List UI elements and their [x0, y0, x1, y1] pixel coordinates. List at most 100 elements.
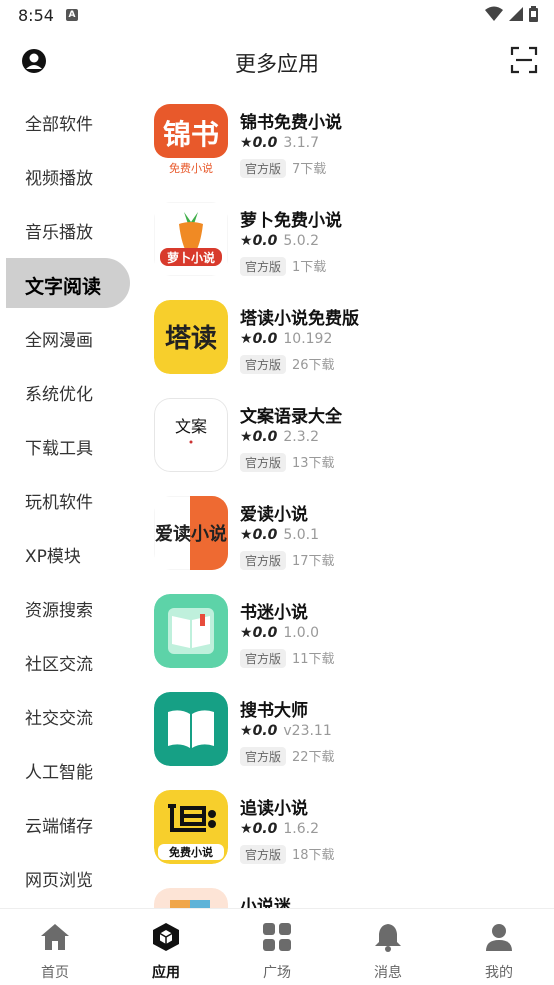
- app-version: v23.11: [283, 723, 332, 739]
- app-name: 小说迷: [240, 897, 291, 908]
- scan-icon[interactable]: [510, 46, 538, 74]
- app-downloads: 7下载: [292, 162, 327, 177]
- app-name: 爱读小说: [240, 505, 308, 525]
- tab-apps[interactable]: 应用: [111, 909, 221, 985]
- app-meta: ★0.0 5.0.1: [240, 527, 319, 543]
- wenan-icon[interactable]: 文案: [154, 398, 228, 472]
- tab-label: 广场: [263, 965, 291, 981]
- list-item[interactable]: 萝卜小说 萝卜免费小说 ★0.0 5.0.2 官方版 1下载: [150, 194, 550, 292]
- app-downloads: 17下载: [292, 554, 335, 569]
- aidu-icon-text: 爱读小说: [155, 523, 227, 545]
- app-downloads: 18下载: [292, 848, 335, 863]
- book-green-icon[interactable]: [154, 594, 228, 668]
- sidebar-item-community[interactable]: 社区交流: [0, 636, 140, 686]
- app-rating: 0.0: [252, 723, 278, 739]
- official-badge: 官方版: [240, 649, 287, 668]
- sidebar-item-tinkering[interactable]: 玩机软件: [0, 474, 140, 524]
- tab-me[interactable]: 我的: [444, 909, 554, 985]
- list-item[interactable]: 塔读 塔读小说免费版 ★0.0 10.192 官方版 26下载: [150, 292, 550, 390]
- star-icon: ★: [240, 233, 253, 249]
- bell-icon: [375, 924, 401, 952]
- app-info-row: 官方版 1下载: [240, 256, 326, 276]
- sidebar-item-social[interactable]: 社交交流: [0, 690, 140, 740]
- category-sidebar: 全部软件 视频播放 音乐播放 文字阅读 全网漫画 系统优化 下载工具 玩机软件 …: [0, 94, 140, 908]
- list-item[interactable]: 小说迷: [150, 880, 550, 908]
- app-info-row: 官方版 11下载: [240, 648, 335, 668]
- official-badge: 官方版: [240, 845, 287, 864]
- sidebar-item-label: 文字阅读: [25, 276, 102, 298]
- app-version: 1.6.2: [283, 821, 319, 837]
- jinshu-icon[interactable]: 锦书 免费小说: [154, 104, 228, 178]
- list-item[interactable]: 免费小说 追读小说 ★0.0 1.6.2 官方版 18下载: [150, 782, 550, 880]
- sidebar-item-label: 社区交流: [25, 655, 93, 675]
- sidebar-item-label: 社交交流: [25, 709, 93, 729]
- app-rating: 0.0: [252, 429, 278, 445]
- official-badge: 官方版: [240, 747, 287, 766]
- list-item[interactable]: 文案 文案语录大全 ★0.0 2.3.2 官方版 13下载: [150, 390, 550, 488]
- sidebar-item-video[interactable]: 视频播放: [0, 150, 140, 200]
- app-meta: ★0.0 5.0.2: [240, 233, 319, 249]
- status-time: 8:54: [18, 6, 54, 25]
- sidebar-item-label: 云端储存: [25, 817, 93, 837]
- signal-icon: [509, 7, 523, 21]
- bottom-tab-bar: 首页 应用 广场 消息 我的: [0, 908, 554, 985]
- sidebar-item-browser[interactable]: 网页浏览: [0, 852, 140, 902]
- app-rating: 0.0: [252, 233, 278, 249]
- sidebar-item-music[interactable]: 音乐播放: [0, 204, 140, 254]
- app-version: 10.192: [283, 331, 333, 347]
- app-rating: 0.0: [252, 625, 278, 641]
- tadu-icon[interactable]: 塔读: [154, 300, 228, 374]
- system-icons: [485, 6, 538, 22]
- list-item[interactable]: 锦书 免费小说 锦书免费小说 ★0.0 3.1.7 官方版 7下载: [150, 96, 550, 194]
- sidebar-item-download-tools[interactable]: 下载工具: [0, 420, 140, 470]
- list-item[interactable]: 爱读小说 爱读小说 ★0.0 5.0.1 官方版 17下载: [150, 488, 550, 586]
- official-badge: 官方版: [240, 159, 287, 178]
- app-meta: ★0.0 1.6.2: [240, 821, 319, 837]
- app-name: 追读小说: [240, 799, 308, 819]
- app-downloads: 1下载: [292, 260, 327, 275]
- sidebar-item-ai[interactable]: 人工智能: [0, 744, 140, 794]
- zhuidu-icon-sub: 免费小说: [169, 845, 213, 859]
- sidebar-item-resource-search[interactable]: 资源搜索: [0, 582, 140, 632]
- sidebar-item-label: 系统优化: [25, 385, 93, 405]
- app-rating: 0.0: [252, 331, 278, 347]
- tab-home[interactable]: 首页: [0, 909, 110, 985]
- sidebar-item-label: 音乐播放: [25, 223, 93, 243]
- carrot-icon-text: 萝卜小说: [167, 250, 215, 265]
- list-item[interactable]: 书迷小说 ★0.0 1.0.0 官方版 11下载: [150, 586, 550, 684]
- aidu-icon[interactable]: 爱读小说: [154, 496, 228, 570]
- app-meta: ★0.0 v23.11: [240, 723, 332, 739]
- list-item[interactable]: 搜书大师 ★0.0 v23.11 官方版 22下载: [150, 684, 550, 782]
- app-name: 文案语录大全: [240, 407, 342, 427]
- sidebar-item-xp-modules[interactable]: XP模块: [0, 528, 140, 578]
- app-name: 塔读小说免费版: [240, 309, 359, 329]
- app-info-row: 官方版 17下载: [240, 550, 335, 570]
- person-icon: [486, 924, 512, 951]
- zhuidu-icon[interactable]: 免费小说: [154, 790, 228, 864]
- sidebar-item-label: 视频播放: [25, 169, 93, 189]
- book-teal-icon[interactable]: [154, 692, 228, 766]
- tab-messages[interactable]: 消息: [333, 909, 443, 985]
- sidebar-item-reading[interactable]: 文字阅读: [6, 258, 130, 308]
- sidebar-item-cloud-storage[interactable]: 云端储存: [0, 798, 140, 848]
- app-info-row: 官方版 22下载: [240, 746, 335, 766]
- xiaoshuomi-icon[interactable]: [154, 888, 228, 908]
- sidebar-item-comics[interactable]: 全网漫画: [0, 312, 140, 362]
- tab-label: 首页: [41, 965, 69, 981]
- app-meta: ★0.0 3.1.7: [240, 135, 319, 151]
- app-info-row: 官方版 13下载: [240, 452, 335, 472]
- app-downloads: 26下载: [292, 358, 335, 373]
- wenan-icon-text: 文案: [175, 417, 207, 436]
- app-version: 3.1.7: [283, 135, 319, 151]
- carrot-icon[interactable]: 萝卜小说: [154, 202, 228, 276]
- apps-cube-icon: [153, 923, 179, 951]
- tab-square[interactable]: 广场: [222, 909, 332, 985]
- official-badge: 官方版: [240, 551, 287, 570]
- sidebar-item-system-optimize[interactable]: 系统优化: [0, 366, 140, 416]
- jinshu-icon-sub: 免费小说: [169, 161, 213, 175]
- sidebar-item-label: 全网漫画: [25, 331, 93, 351]
- sidebar-item-all-software[interactable]: 全部软件: [0, 96, 140, 146]
- official-badge: 官方版: [240, 257, 287, 276]
- app-rating: 0.0: [252, 821, 278, 837]
- app-meta: ★0.0 10.192: [240, 331, 332, 347]
